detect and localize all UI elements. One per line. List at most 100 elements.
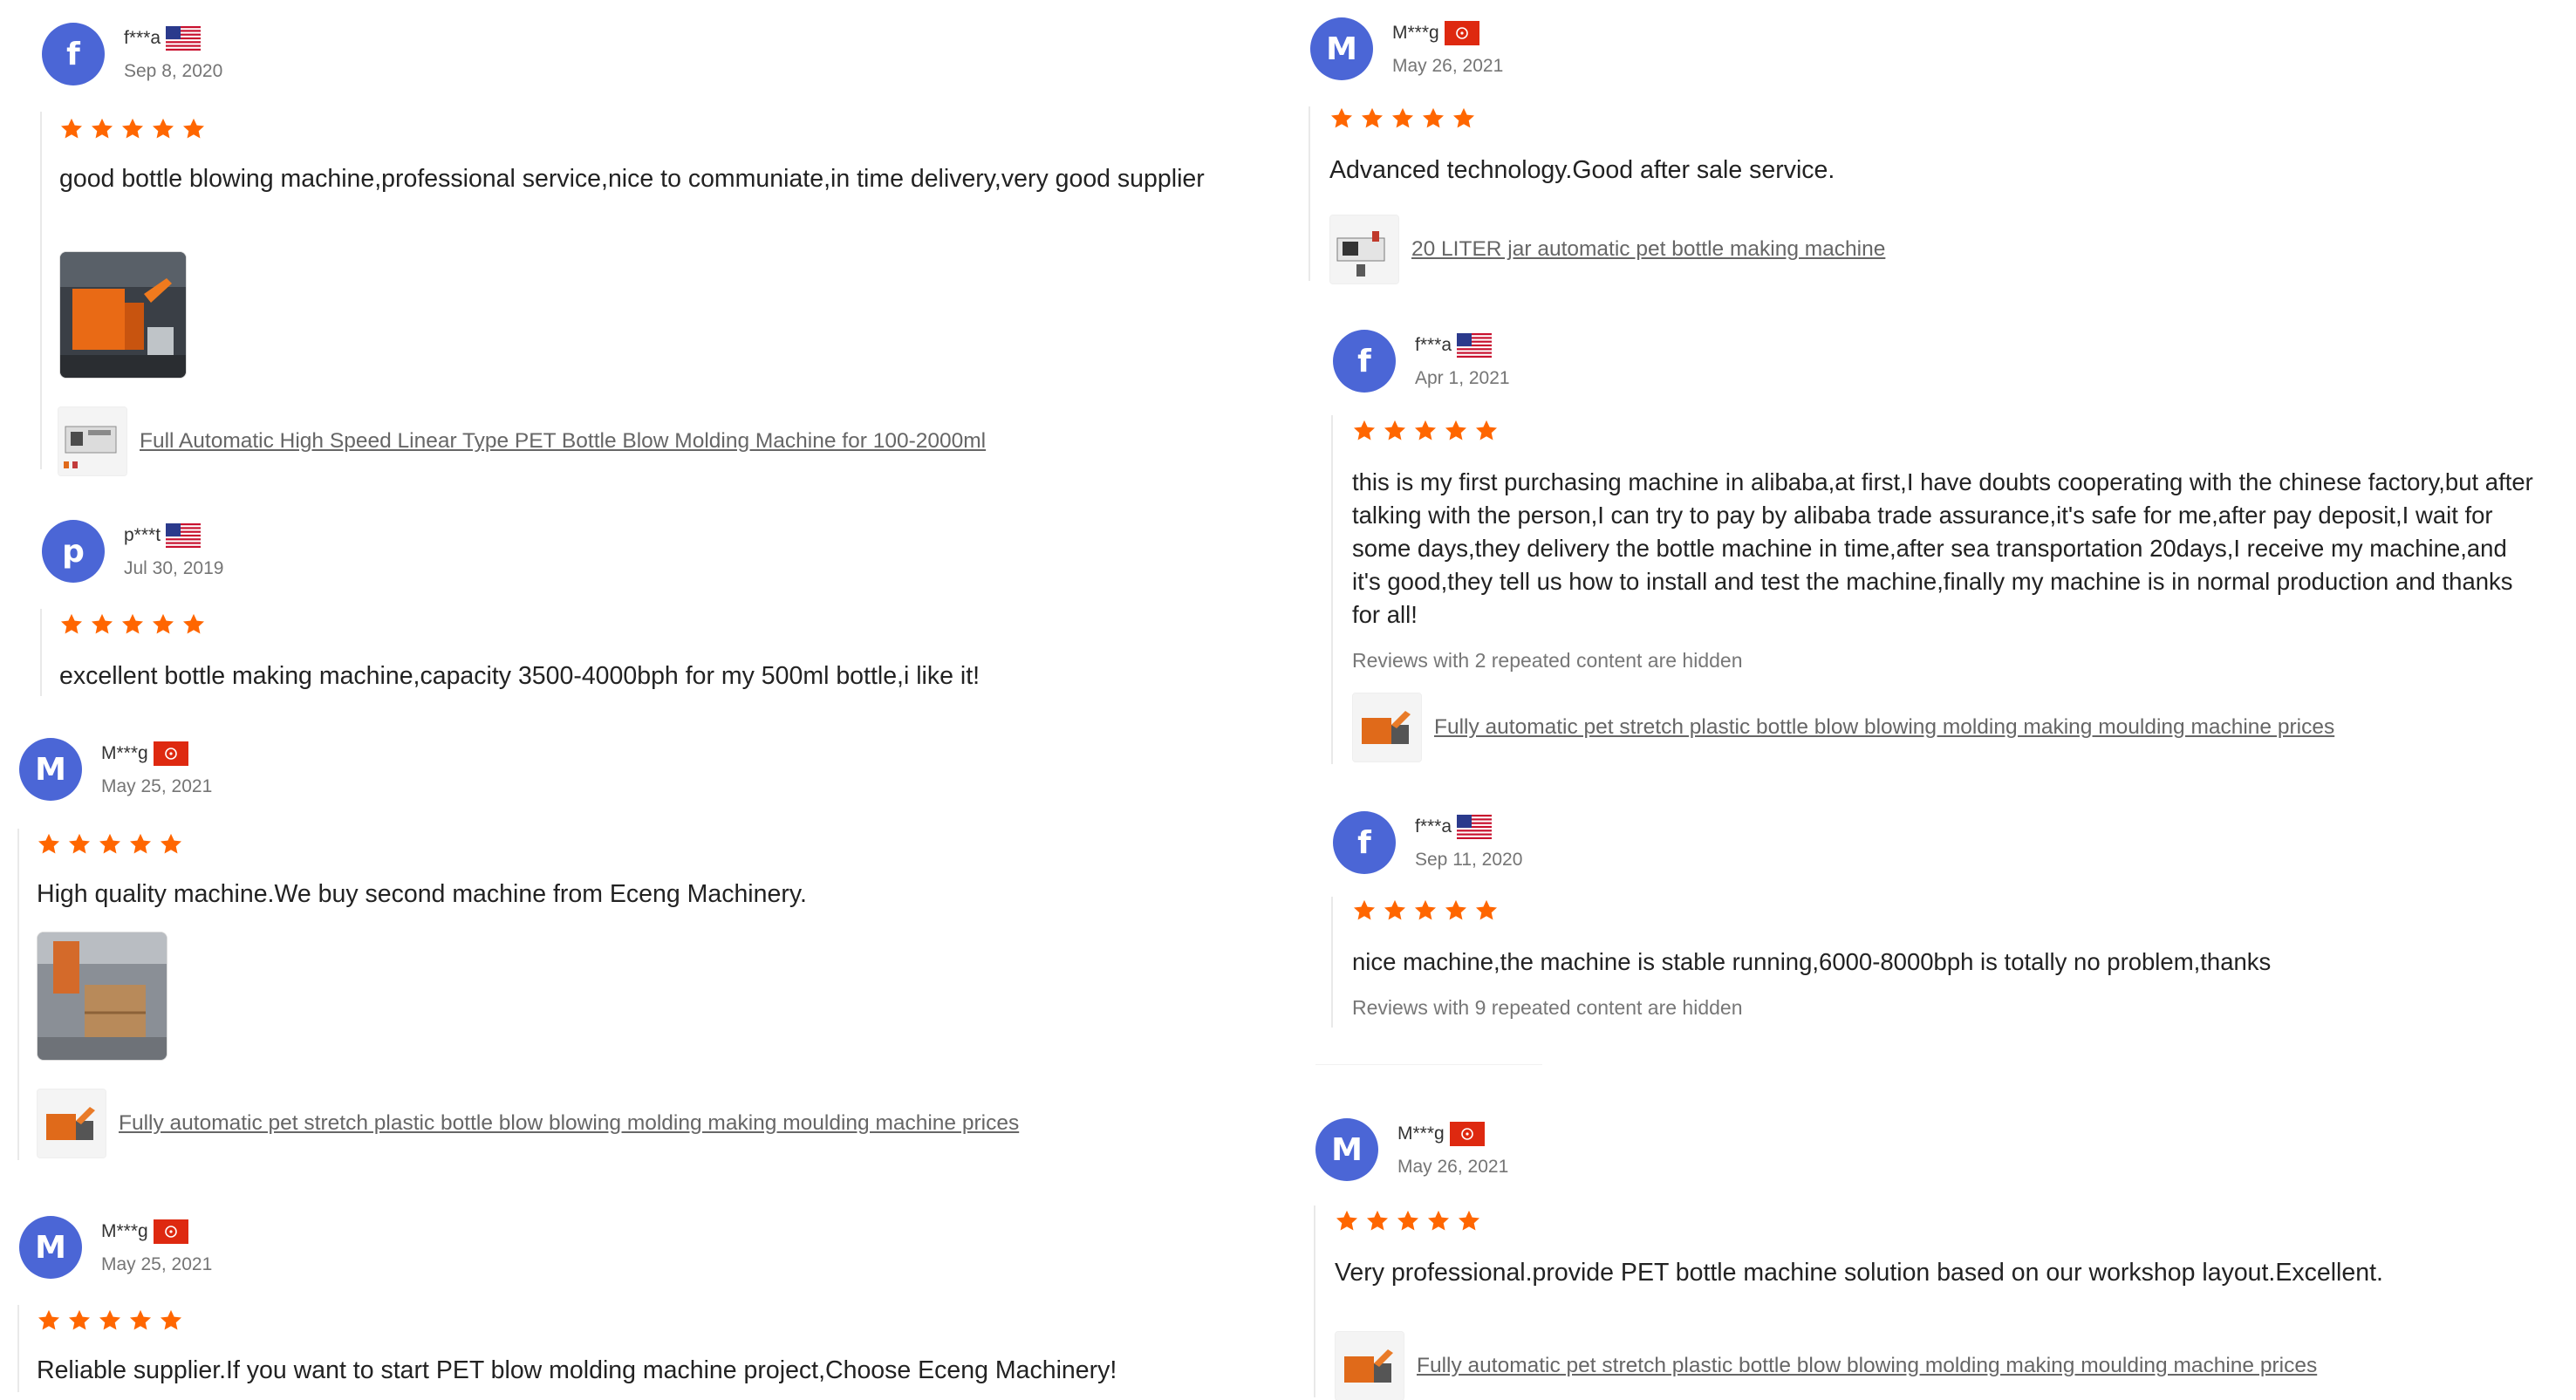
review-date: May 25, 2021 — [101, 776, 213, 796]
product-thumbnail[interactable] — [58, 406, 127, 476]
reviewer-name: f***a — [124, 26, 201, 51]
star-icon — [1421, 106, 1445, 131]
star-icon — [159, 832, 183, 857]
star-icon — [59, 612, 84, 637]
star-icon — [120, 612, 145, 637]
product-link-row[interactable]: 20 LITER jar automatic pet bottle making… — [1329, 215, 1885, 284]
product-link[interactable]: 20 LITER jar automatic pet bottle making… — [1411, 237, 1885, 262]
product-link[interactable]: Fully automatic pet stretch plastic bott… — [1434, 715, 2334, 740]
product-link-row[interactable]: Fully automatic pet stretch plastic bott… — [1352, 693, 2334, 762]
star-icon — [1474, 898, 1499, 923]
product-thumbnail[interactable] — [1329, 215, 1399, 284]
review-date: May 25, 2021 — [101, 1254, 213, 1274]
reviewer-name-text: M***g — [1392, 23, 1439, 43]
us-flag-icon — [1457, 815, 1492, 839]
reviewer-name-text: f***a — [124, 28, 161, 48]
review-date: Apr 1, 2021 — [1415, 368, 1510, 388]
star-icon — [1390, 106, 1415, 131]
star-icon — [1383, 898, 1407, 923]
review-divider — [1331, 897, 1333, 1028]
reviewer-name: M***g — [1392, 21, 1479, 45]
review-divider — [17, 1305, 19, 1392]
star-icon — [98, 832, 122, 857]
review-divider — [1308, 106, 1310, 281]
review-divider — [40, 609, 42, 696]
review-date: Sep 8, 2020 — [124, 61, 223, 81]
star-icon — [1426, 1209, 1451, 1233]
review-card: M M***g May 26, 2021 Advanced technology… — [1308, 17, 2549, 288]
reviewer-name: M***g — [1397, 1122, 1485, 1146]
review-card: M M***g May 26, 2021 Very professional.p… — [1314, 1118, 2554, 1400]
star-icon — [1329, 106, 1354, 131]
reviewer-name-text: p***t — [124, 525, 161, 545]
hidden-reviews-note: Reviews with 2 repeated content are hidd… — [1352, 649, 1743, 672]
user-avatar: M — [19, 738, 82, 801]
product-link-row[interactable]: Fully automatic pet stretch plastic bott… — [37, 1089, 1019, 1158]
star-icon — [1360, 106, 1384, 131]
review-text: High quality machine.We buy second machi… — [37, 880, 807, 908]
star-icon — [128, 1308, 153, 1333]
product-link[interactable]: Fully automatic pet stretch plastic bott… — [1417, 1354, 2317, 1378]
review-card: f f***a Sep 8, 2020 good bottle blowing … — [40, 23, 1281, 476]
user-avatar: f — [1333, 811, 1396, 874]
product-link-row[interactable]: Fully automatic pet stretch plastic bott… — [1335, 1331, 2317, 1400]
review-text: good bottle blowing machine,professional… — [59, 165, 1205, 193]
hidden-reviews-note: Reviews with 9 repeated content are hidd… — [1352, 996, 1743, 1019]
star-icon — [1457, 1209, 1481, 1233]
star-icon — [181, 117, 206, 141]
product-thumbnail[interactable] — [1352, 693, 1422, 762]
review-divider — [17, 829, 19, 1160]
reviews-page: f f***a Sep 8, 2020 good bottle blowing … — [0, 0, 2576, 1400]
reviewer-name-text: f***a — [1415, 335, 1452, 355]
star-icon — [98, 1308, 122, 1333]
star-icon — [151, 117, 175, 141]
star-icon — [120, 117, 145, 141]
review-photo[interactable] — [37, 932, 167, 1061]
review-text: Reliable supplier.If you want to start P… — [37, 1356, 1117, 1384]
review-photo[interactable] — [59, 251, 187, 379]
hk-flag-icon — [1445, 21, 1479, 45]
review-text: this is my first purchasing machine in a… — [1352, 468, 2533, 628]
star-icon — [67, 832, 92, 857]
product-link[interactable]: Fully automatic pet stretch plastic bott… — [119, 1111, 1019, 1136]
user-avatar: M — [19, 1216, 82, 1279]
star-icon — [90, 612, 114, 637]
star-icon — [37, 1308, 61, 1333]
product-link[interactable]: Full Automatic High Speed Linear Type PE… — [140, 429, 986, 454]
product-thumbnail[interactable] — [1335, 1331, 1404, 1400]
star-icon — [37, 832, 61, 857]
review-date: May 26, 2021 — [1392, 56, 1504, 76]
star-icon — [1413, 898, 1438, 923]
us-flag-icon — [166, 26, 201, 51]
star-icon — [90, 117, 114, 141]
star-icon — [67, 1308, 92, 1333]
product-thumbnail[interactable] — [37, 1089, 106, 1158]
star-icon — [1335, 1209, 1359, 1233]
star-icon — [1396, 1209, 1420, 1233]
star-icon — [128, 832, 153, 857]
user-avatar: f — [42, 23, 105, 85]
reviewer-name-text: M***g — [101, 743, 148, 763]
us-flag-icon — [166, 523, 201, 548]
review-card: M M***g May 25, 2021 High quality machin… — [17, 738, 1275, 1174]
star-rating — [1329, 106, 1476, 131]
review-text: Advanced technology.Good after sale serv… — [1329, 156, 1835, 184]
reviewer-name: M***g — [101, 1219, 188, 1244]
user-avatar: M — [1310, 17, 1373, 80]
section-divider — [1315, 1064, 1542, 1065]
star-icon — [1444, 898, 1468, 923]
reviewer-name: M***g — [101, 741, 188, 766]
reviewer-name-text: M***g — [101, 1221, 148, 1241]
hk-flag-icon — [154, 741, 188, 766]
user-avatar: f — [1333, 330, 1396, 393]
star-icon — [1413, 419, 1438, 443]
star-rating — [1352, 898, 1499, 923]
review-card: f f***a Apr 1, 2021 this is my first pur… — [1331, 330, 2554, 783]
review-divider — [1314, 1205, 1315, 1397]
review-text: excellent bottle making machine,capacity… — [59, 662, 981, 690]
product-link-row[interactable]: Full Automatic High Speed Linear Type PE… — [58, 406, 986, 476]
star-icon — [1444, 419, 1468, 443]
review-card: M M***g May 25, 2021 Reliable supplier.I… — [17, 1216, 1275, 1400]
review-divider — [1331, 415, 1333, 764]
star-icon — [151, 612, 175, 637]
